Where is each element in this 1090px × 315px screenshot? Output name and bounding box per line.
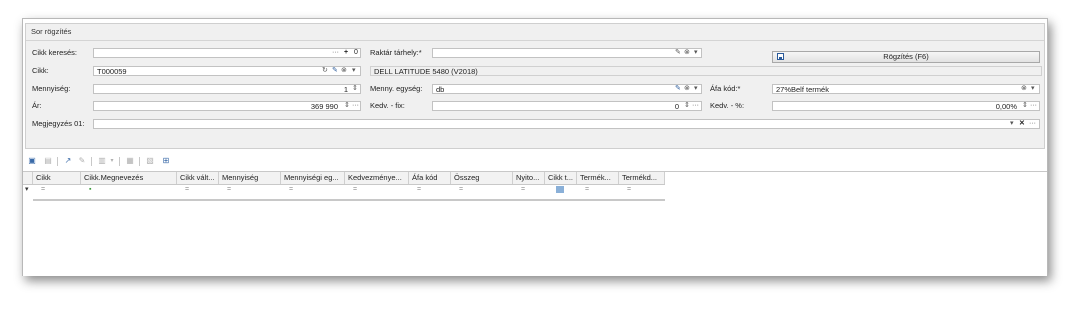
copy-row-icon[interactable]: ▤ — [43, 156, 53, 166]
cikk-input[interactable]: T000059 — [93, 66, 361, 76]
clear-icon[interactable]: ⊗ — [1021, 84, 1027, 94]
spin-icon[interactable]: ⇕ — [344, 101, 350, 111]
edit-icon[interactable]: ✎ — [675, 84, 681, 94]
save-icon — [777, 53, 784, 60]
afa-kod-input[interactable]: 27%Belf termék — [772, 84, 1040, 94]
filter-cell[interactable]: = — [513, 185, 525, 195]
filter-cell[interactable]: = — [451, 185, 463, 195]
cikk-label: Cikk: — [32, 66, 49, 75]
cikk-description: DELL LATITUDE 5480 (V2018) — [370, 66, 1042, 76]
column-header[interactable]: Cikk t... — [545, 172, 577, 184]
filter-cell[interactable]: = — [219, 185, 231, 195]
ellipsis-icon[interactable]: ··· — [332, 48, 339, 58]
filter-row[interactable]: ▾ = ▪ = = = = = = = = = — [23, 185, 665, 195]
edit-icon[interactable]: ✎ — [332, 66, 338, 76]
filter-cell[interactable]: = — [619, 185, 631, 195]
count-suffix: 0 — [354, 49, 358, 56]
filter-cell[interactable]: = — [281, 185, 293, 195]
panel-title: Sor rögzítés — [31, 27, 72, 36]
menny-egyseg-input[interactable]: db — [432, 84, 702, 94]
edit-icon[interactable]: ✎ — [675, 48, 681, 58]
export-icon[interactable]: ▥ — [97, 156, 107, 166]
kedv-fix-input[interactable]: 0 — [432, 101, 702, 111]
toolbar-divider — [91, 157, 92, 166]
filter-cell[interactable]: = — [409, 185, 421, 195]
raktar-label: Raktár tárhely:* — [370, 48, 422, 57]
horizontal-scrollbar[interactable] — [33, 199, 665, 201]
menny-egyseg-label: Menny. egység: — [370, 84, 423, 93]
filter-cell[interactable]: = — [177, 185, 189, 195]
column-header[interactable]: Termékd... — [619, 172, 665, 184]
ellipsis-icon[interactable]: ··· — [1029, 119, 1036, 129]
filter-funnel-icon[interactable]: ▾ — [23, 185, 29, 195]
ar-label: Ár: — [32, 101, 42, 110]
kedv-pct-label: Kedv. - %: — [710, 101, 745, 110]
clear-icon[interactable]: ⊗ — [684, 48, 690, 58]
plus-icon[interactable]: + — [344, 48, 348, 58]
column-header[interactable]: Cikk vált... — [177, 172, 219, 184]
toolbar-divider — [139, 157, 140, 166]
raktar-input[interactable] — [432, 48, 702, 58]
rogzites-button[interactable]: Rögzítés (F6) — [772, 51, 1040, 63]
chevron-down-icon[interactable]: ▾ — [352, 66, 356, 76]
column-header[interactable]: Mennyiségi eg... — [281, 172, 345, 184]
ellipsis-icon[interactable]: ··· — [352, 101, 359, 111]
chevron-down-icon[interactable]: ▾ — [694, 84, 698, 94]
close-icon[interactable]: ✕ — [1019, 119, 1025, 129]
column-header[interactable]: Cikk.Megnevezés — [81, 172, 177, 184]
expand-icon[interactable]: ⊞ — [161, 156, 171, 166]
column-header[interactable]: Mennyiség — [219, 172, 281, 184]
mennyiseg-input[interactable]: 1 — [93, 84, 361, 94]
ellipsis-icon[interactable]: ··· — [692, 101, 699, 111]
data-grid: Cikk Cikk.Megnevezés Cikk vált... Mennyi… — [23, 171, 1047, 276]
spin-icon[interactable]: ⇕ — [684, 101, 690, 111]
column-header[interactable]: Cikk — [33, 172, 81, 184]
kedv-fix-label: Kedv. - fix: — [370, 101, 405, 110]
panel-divider — [26, 40, 1044, 41]
delete-row-icon[interactable]: ✎ — [77, 156, 87, 166]
megjegyzes-input[interactable] — [93, 119, 1040, 129]
chevron-down-icon[interactable]: ▾ — [1031, 84, 1035, 94]
filter-cell[interactable]: = — [345, 185, 357, 195]
filter-cell[interactable]: = — [33, 185, 45, 195]
afa-kod-label: Áfa kód:* — [710, 84, 741, 93]
column-header[interactable]: Kedvezménye... — [345, 172, 409, 184]
grid-header: Cikk Cikk.Megnevezés Cikk vált... Mennyi… — [23, 172, 665, 185]
checkbox-filter-icon[interactable] — [556, 186, 564, 193]
sor-rogzites-panel: Sor rögzítés Cikk keresés: ··· + 0 Raktá… — [25, 23, 1045, 149]
spin-icon[interactable]: ⇕ — [1022, 101, 1028, 111]
chevron-down-icon[interactable]: ▾ — [694, 48, 698, 58]
edit-row-icon[interactable]: ↗ — [63, 156, 73, 166]
clear-icon[interactable]: ⊗ — [684, 84, 690, 94]
column-header[interactable]: Nyito... — [513, 172, 545, 184]
layout-icon[interactable]: ▧ — [145, 156, 155, 166]
ellipsis-icon[interactable]: ··· — [1030, 101, 1037, 111]
toolbar-divider — [119, 157, 120, 166]
column-header[interactable]: Áfa kód — [409, 172, 451, 184]
kedv-pct-input[interactable]: 0,00% — [772, 101, 1040, 111]
rogzites-button-label: Rögzítés (F6) — [883, 52, 929, 61]
chevron-down-icon[interactable]: ▾ — [107, 156, 117, 166]
ar-input[interactable]: 369 990 — [93, 101, 361, 111]
window: Sor rögzítés Cikk keresés: ··· + 0 Raktá… — [22, 18, 1048, 276]
toolbar-divider — [57, 157, 58, 166]
clear-icon[interactable]: ⊗ — [341, 66, 347, 76]
cikk-kereses-input[interactable] — [93, 48, 361, 58]
chevron-down-icon[interactable]: ▾ — [1010, 119, 1014, 129]
filter-contains-icon[interactable]: ▪ — [81, 185, 91, 195]
print-icon[interactable]: ▦ — [125, 156, 135, 166]
new-row-icon[interactable]: ▣ — [27, 156, 37, 166]
row-indicator-header — [23, 172, 33, 184]
mennyiseg-label: Mennyiség: — [32, 84, 71, 93]
filter-cell[interactable]: = — [577, 185, 589, 195]
megjegyzes-label: Megjegyzés 01: — [32, 119, 85, 128]
cikk-kereses-label: Cikk keresés: — [32, 48, 78, 57]
column-header[interactable]: Összeg — [451, 172, 513, 184]
refresh-icon[interactable]: ↻ — [322, 66, 328, 76]
spin-icon[interactable]: ⇕ — [352, 84, 358, 94]
column-header[interactable]: Termék... — [577, 172, 619, 184]
